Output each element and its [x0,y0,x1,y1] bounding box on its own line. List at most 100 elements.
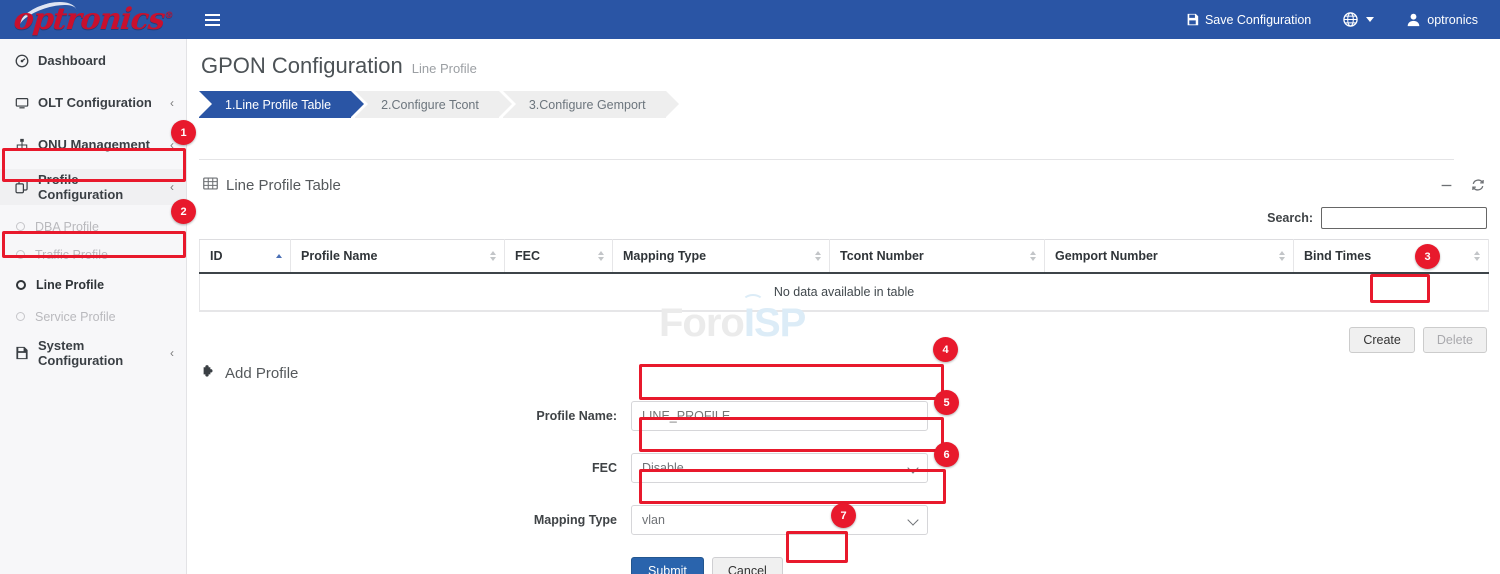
sort-ascending-icon [276,254,282,258]
page-title: GPON Configuration [201,53,403,79]
form-header: Add Profile [199,364,1489,383]
save-configuration-label: Save Configuration [1205,13,1311,27]
sort-icon [1474,251,1480,261]
table-action-buttons: Create Delete [1349,327,1487,353]
form-title: Add Profile [225,365,298,382]
brand-logo[interactable]: optronics® [0,0,187,39]
save-configuration-button[interactable]: Save Configuration [1170,0,1327,39]
chevron-left-icon: ‹ [170,346,174,360]
step-line-profile-table[interactable]: 1.Line Profile Table [199,91,351,118]
chevron-left-icon: ‹ [170,180,174,194]
step-configure-gemport[interactable]: 3.Configure Gemport [503,91,666,118]
column-label: Bind Times [1304,249,1371,263]
header-actions: Save Configuration optronics [1170,0,1500,39]
line-profile-table: ID Profile Name FEC Mapping Type [199,239,1489,311]
brand-registered-mark: ® [164,11,173,21]
fec-select[interactable]: Disable [631,453,928,483]
radio-circle-icon [16,312,25,321]
step-configure-tcont[interactable]: 2.Configure Tcont [355,91,499,118]
user-icon [1406,12,1421,27]
sidebar-subitem-label: Line Profile [36,278,104,292]
sort-icon [1279,251,1285,261]
column-label: Profile Name [301,249,377,263]
column-header-profile-name[interactable]: Profile Name [291,240,505,274]
panel-title: Line Profile Table [226,177,341,194]
sidebar-subitem-service-profile[interactable]: Service Profile [0,304,186,329]
column-label: Mapping Type [623,249,706,263]
step-label: 1.Line Profile Table [225,98,331,112]
table-icon [203,176,218,195]
hamburger-icon[interactable] [201,9,223,31]
chevron-down-icon [1366,17,1374,22]
sidebar-item-label: System Configuration [38,338,161,368]
form-actions: Submit Cancel [199,557,1489,574]
empty-message: No data available in table [200,273,1489,311]
table-body: No data available in table [200,273,1489,311]
page-subtitle: Line Profile [412,61,477,76]
cancel-button[interactable]: Cancel [712,557,783,574]
table-header-row: ID Profile Name FEC Mapping Type [200,240,1489,274]
save-disk-icon [14,346,29,360]
puzzle-icon [201,364,216,383]
submit-button[interactable]: Submit [631,557,704,574]
sort-icon [1030,251,1036,261]
search-label: Search: [1267,211,1313,225]
mapping-type-select[interactable]: vlan [631,505,928,535]
user-menu[interactable]: optronics [1390,0,1500,39]
radio-circle-icon [16,250,25,259]
create-button[interactable]: Create [1349,327,1415,353]
sort-icon [815,251,821,261]
panel-tools [1440,178,1485,192]
brand-name: optronics [13,2,167,37]
sidebar-subitem-line-profile[interactable]: Line Profile [0,272,186,298]
column-header-bind-times[interactable]: Bind Times [1294,240,1489,274]
monitor-icon [14,96,29,110]
minimize-icon[interactable] [1440,179,1453,192]
sidebar-subitem-label: Service Profile [35,310,116,324]
column-header-gemport-number[interactable]: Gemport Number [1045,240,1294,274]
profile-name-input[interactable] [631,401,928,431]
sidebar-item-label: Dashboard [38,53,165,68]
column-header-id[interactable]: ID [200,240,291,274]
table-search: Search: [199,203,1489,239]
add-profile-form: Add Profile Profile Name: FEC Disable Ma… [199,364,1489,574]
column-header-tcont-number[interactable]: Tcont Number [830,240,1045,274]
search-input[interactable] [1321,207,1487,229]
sidebar-item-onu-management[interactable]: ONU Management ‹ [0,127,186,162]
column-header-fec[interactable]: FEC [505,240,613,274]
sidebar-item-olt-configuration[interactable]: OLT Configuration ‹ [0,85,186,120]
wizard-stepper: 1.Line Profile Table 2.Configure Tcont 3… [199,91,1500,118]
sidebar-item-system-configuration[interactable]: System Configuration ‹ [0,335,186,370]
sort-icon [598,251,604,261]
sidebar-subitem-label: Traffic Profile [35,248,108,262]
refresh-icon[interactable] [1471,178,1485,192]
sidebar-subitem-traffic-profile[interactable]: Traffic Profile [0,242,186,267]
username-label: optronics [1427,13,1478,27]
step-label: 2.Configure Tcont [381,98,479,112]
table-footer: Create Delete [199,311,1489,367]
column-label: FEC [515,249,540,263]
chevron-left-icon: ‹ [170,138,174,152]
language-selector[interactable] [1327,0,1390,39]
column-header-mapping-type[interactable]: Mapping Type [613,240,830,274]
dashboard-icon [14,54,29,68]
column-label: Gemport Number [1055,249,1158,263]
fec-label: FEC [199,461,631,475]
sidebar-item-dashboard[interactable]: Dashboard [0,43,186,78]
sort-icon [490,251,496,261]
column-label: ID [210,249,223,263]
profile-name-label: Profile Name: [199,409,631,423]
sidebar-item-profile-configuration[interactable]: Profile Configuration ‹ [0,169,186,205]
header-divider [199,159,1454,160]
sidebar-subitem-dba-profile[interactable]: DBA Profile [0,214,186,239]
form-row-profile-name: Profile Name: [199,401,1489,431]
sidebar-navigation: Dashboard OLT Configuration ‹ ONU Manage… [0,39,187,574]
top-header-bar: optronics® Save Configuration optronics [0,0,1500,39]
form-row-fec: FEC Disable [199,453,1489,483]
form-row-mapping-type: Mapping Type vlan [199,505,1489,535]
delete-button: Delete [1423,327,1487,353]
sidebar-item-label: OLT Configuration [38,95,161,110]
globe-icon [1343,12,1358,27]
chevron-left-icon: ‹ [170,96,174,110]
save-disk-icon [1186,13,1199,26]
